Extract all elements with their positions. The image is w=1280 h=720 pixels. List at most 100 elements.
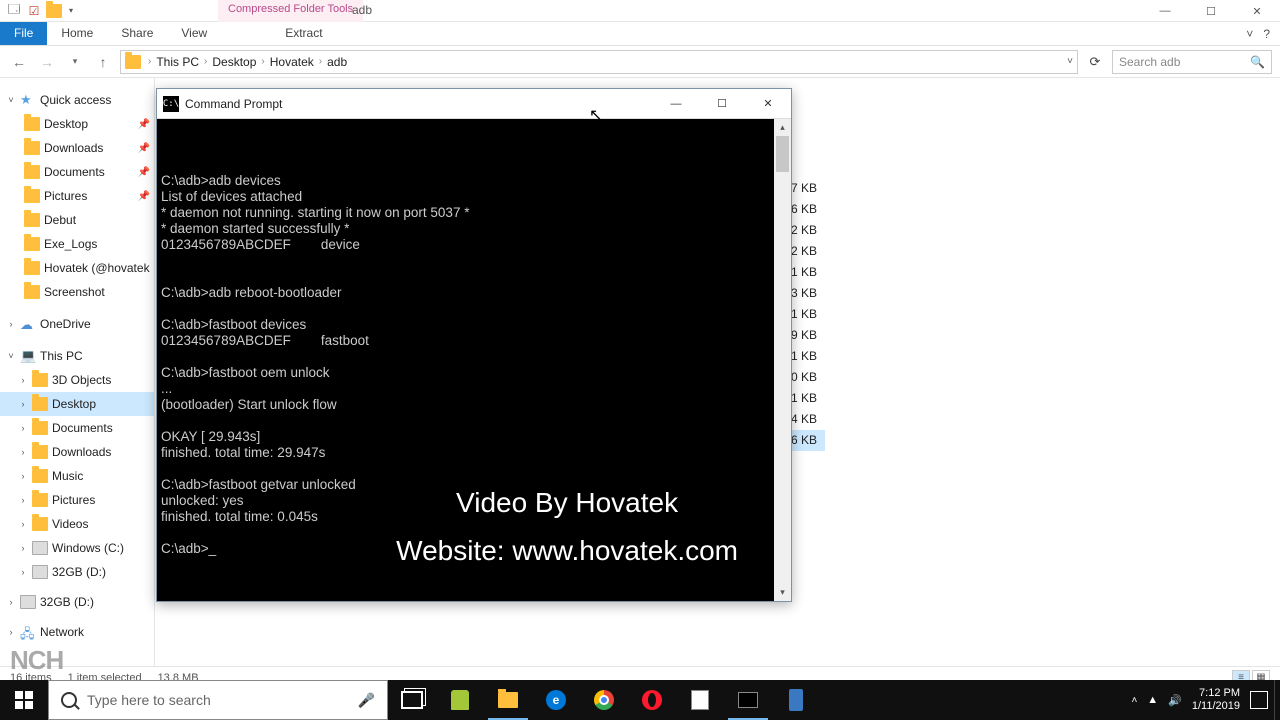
file-size-cell[interactable]: 6 KB (791, 199, 825, 220)
action-center-icon[interactable] (1250, 691, 1268, 709)
tray-overflow-icon[interactable]: ˄ (1131, 695, 1137, 706)
file-size-cell[interactable]: 7 KB (791, 178, 825, 199)
back-button[interactable]: ← (8, 51, 30, 73)
nav-downloads[interactable]: Downloads📌 (0, 136, 154, 160)
show-desktop-button[interactable] (1274, 680, 1280, 720)
nav-screenshot[interactable]: Screenshot (0, 280, 154, 304)
nav-pc-pictures[interactable]: ›Pictures (0, 488, 154, 512)
cmd-scrollbar[interactable]: ▴ ▾ (774, 119, 791, 601)
tray-volume-icon[interactable]: 🔊 (1168, 694, 1182, 707)
nav-documents[interactable]: Documents📌 (0, 160, 154, 184)
cmd-close-button[interactable]: ✕ (745, 89, 791, 119)
explorer-minimize-button[interactable]: — (1142, 0, 1188, 22)
file-size-cell[interactable]: 2 KB (791, 241, 825, 262)
nav-windows-c[interactable]: ›Windows (C:) (0, 536, 154, 560)
microphone-icon[interactable]: 🎤 (358, 692, 375, 709)
nav-desktop[interactable]: Desktop📌 (0, 112, 154, 136)
cmd-maximize-button[interactable]: ☐ (699, 89, 745, 119)
task-view-button[interactable] (388, 680, 436, 720)
file-size-cell[interactable]: 4 KB (791, 409, 825, 430)
file-size-cell[interactable]: 1 KB (791, 304, 825, 325)
file-tab[interactable]: File (0, 22, 47, 45)
recent-dropdown[interactable]: ▾ (64, 51, 86, 73)
location-folder-icon (125, 55, 141, 69)
nav-this-pc[interactable]: ˅💻This PC (0, 344, 154, 368)
nav-32gb-d[interactable]: ›32GB (D:) (0, 560, 154, 584)
scroll-thumb[interactable] (776, 136, 789, 172)
nav-videos[interactable]: ›Videos (0, 512, 154, 536)
ribbon-expand-icon[interactable]: ˅ (1246, 27, 1253, 41)
scroll-down-icon[interactable]: ▾ (774, 584, 791, 601)
search-icon[interactable]: 🔍 (1250, 55, 1265, 69)
file-size-cell[interactable]: 3 KB (791, 283, 825, 304)
file-size-cell[interactable]: 6 KB (791, 430, 825, 451)
home-tab[interactable]: Home (47, 22, 107, 45)
taskbar-explorer[interactable] (484, 680, 532, 720)
help-icon[interactable]: ? (1263, 27, 1270, 41)
search-placeholder: Type here to search (87, 692, 211, 708)
nav-32gb-d-root[interactable]: ›32GB (D:) (0, 590, 154, 614)
context-tab-compressed[interactable]: Compressed Folder Tools (218, 0, 363, 22)
qat-dropdown-icon[interactable]: ▾ (66, 6, 76, 15)
breadcrumb-hovatek[interactable]: Hovatek (270, 55, 314, 69)
chevron-right-icon[interactable]: › (145, 56, 154, 67)
scroll-up-icon[interactable]: ▴ (774, 119, 791, 136)
file-size-cell[interactable]: 1 KB (791, 262, 825, 283)
chevron-right-icon[interactable]: › (258, 56, 267, 67)
forward-button[interactable]: → (36, 51, 58, 73)
taskbar-phone[interactable] (772, 680, 820, 720)
taskbar-opera[interactable] (628, 680, 676, 720)
file-size-cell[interactable]: 9 KB (791, 325, 825, 346)
taskbar-search[interactable]: Type here to search 🎤 (48, 680, 388, 720)
extract-tab[interactable]: Extract (271, 22, 336, 45)
taskbar-chrome[interactable] (580, 680, 628, 720)
cmd-minimize-button[interactable]: — (653, 89, 699, 119)
breadcrumb-desktop[interactable]: Desktop (212, 55, 256, 69)
breadcrumb-adb[interactable]: adb (327, 55, 347, 69)
start-button[interactable] (0, 680, 48, 720)
nav-music[interactable]: ›Music (0, 464, 154, 488)
share-tab[interactable]: Share (107, 22, 167, 45)
file-size-cell[interactable]: 1 KB (791, 346, 825, 367)
folder-icon[interactable] (46, 4, 62, 18)
nav-pc-downloads[interactable]: ›Downloads (0, 440, 154, 464)
clock[interactable]: 7:12 PM1/11/2019 (1192, 687, 1240, 713)
nav-quick-access[interactable]: ˅★Quick access (0, 88, 154, 112)
taskbar: Type here to search 🎤 e ˄ ▲ 🔊 7:12 PM1/1… (0, 680, 1280, 720)
file-size-cell[interactable]: 1 KB (791, 388, 825, 409)
explorer-maximize-button[interactable]: ☐ (1188, 0, 1234, 22)
refresh-button[interactable]: ⟳ (1084, 51, 1106, 73)
nav-pc-documents[interactable]: ›Documents (0, 416, 154, 440)
view-tab[interactable]: View (167, 22, 221, 45)
pin-icon: 📌 (138, 167, 150, 178)
nav-pc-desktop[interactable]: ›Desktop (0, 392, 154, 416)
command-prompt-window[interactable]: C:\ Command Prompt — ☐ ✕ C:\adb>adb devi… (156, 88, 792, 602)
breadcrumb[interactable]: › This PC › Desktop › Hovatek › adb ˅ (120, 50, 1078, 74)
system-tray: ˄ ▲ 🔊 7:12 PM1/11/2019 (1131, 687, 1274, 713)
nav-onedrive[interactable]: ›☁OneDrive (0, 312, 154, 336)
chevron-right-icon[interactable]: › (316, 56, 325, 67)
nav-network[interactable]: ›🖧Network (0, 620, 154, 644)
cmd-titlebar[interactable]: C:\ Command Prompt — ☐ ✕ (157, 89, 791, 119)
taskbar-android[interactable] (436, 680, 484, 720)
nav-exelogs[interactable]: Exe_Logs (0, 232, 154, 256)
address-dropdown-icon[interactable]: ˅ (1067, 56, 1073, 67)
nav-3dobjects[interactable]: ›3D Objects (0, 368, 154, 392)
file-size-cell[interactable]: 0 KB (791, 367, 825, 388)
nav-pictures[interactable]: Pictures📌 (0, 184, 154, 208)
pin-icon: 📌 (138, 191, 150, 202)
nav-hovatek[interactable]: Hovatek (@hovatek (0, 256, 154, 280)
nav-debut[interactable]: Debut (0, 208, 154, 232)
breadcrumb-this-pc[interactable]: This PC (156, 55, 199, 69)
chevron-right-icon[interactable]: › (201, 56, 210, 67)
properties-icon[interactable]: ☑ (26, 3, 42, 19)
terminal-output[interactable]: C:\adb>adb devices List of devices attac… (157, 119, 774, 601)
taskbar-notepad[interactable] (676, 680, 724, 720)
taskbar-cmd[interactable] (724, 680, 772, 720)
tray-network-icon[interactable]: ▲ (1147, 694, 1158, 706)
up-button[interactable]: ↑ (92, 51, 114, 73)
search-input[interactable]: Search adb 🔍 (1112, 50, 1272, 74)
taskbar-edge[interactable]: e (532, 680, 580, 720)
explorer-close-button[interactable]: ✕ (1234, 0, 1280, 22)
file-size-cell[interactable]: 2 KB (791, 220, 825, 241)
